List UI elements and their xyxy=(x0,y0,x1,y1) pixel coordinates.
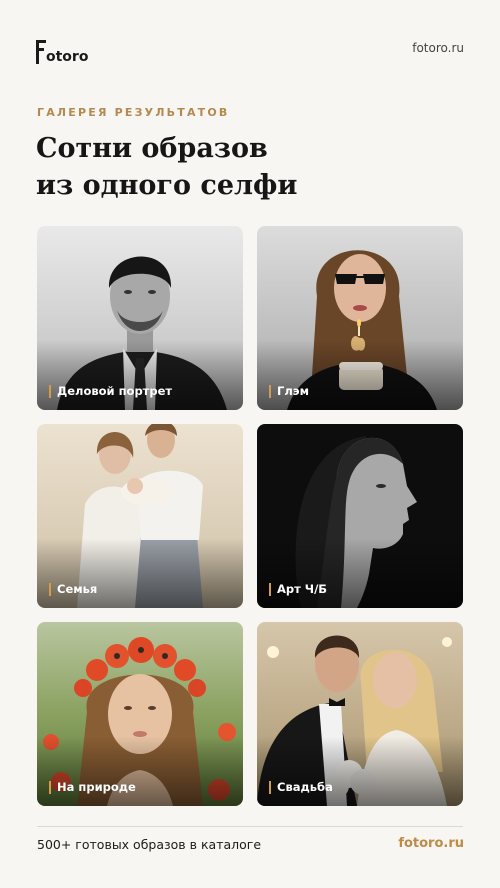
footer-divider xyxy=(37,826,463,827)
card-label-text: Глэм xyxy=(277,384,309,398)
card-label: Глэм xyxy=(269,384,309,398)
card-label: Семья xyxy=(49,582,97,596)
logo-text: otoro xyxy=(46,49,89,65)
gallery-card-art-bw[interactable]: Арт Ч/Б xyxy=(257,424,463,608)
page-title: Сотни образов из одного селфи xyxy=(36,133,298,201)
card-label-text: Арт Ч/Б xyxy=(277,582,328,596)
card-label-text: Свадьба xyxy=(277,780,333,794)
footer-caption: 500+ готовых образов в каталоге xyxy=(37,837,262,852)
card-label: На природе xyxy=(49,780,136,794)
gallery-card-wedding[interactable]: Свадьба xyxy=(257,622,463,806)
gallery-card-nature[interactable]: На природе xyxy=(37,622,243,806)
card-label: Деловой портрет xyxy=(49,384,172,398)
header-site-link[interactable]: fotoro.ru xyxy=(412,41,464,55)
card-label-text: На природе xyxy=(57,780,136,794)
fotoro-logo[interactable]: otoro xyxy=(36,38,88,64)
card-label: Арт Ч/Б xyxy=(269,582,327,596)
card-label-text: Семья xyxy=(57,582,98,596)
gallery-card-glam[interactable]: Глэм xyxy=(257,226,463,410)
fotoro-logo-mark-icon xyxy=(36,38,48,64)
header: otoro fotoro.ru xyxy=(0,0,500,90)
footer-site-link[interactable]: fotoro.ru xyxy=(398,836,464,851)
card-label-text: Деловой портрет xyxy=(57,384,173,398)
gallery-card-business[interactable]: Деловой портрет xyxy=(37,226,243,410)
gallery-card-family[interactable]: Семья xyxy=(37,424,243,608)
card-label: Свадьба xyxy=(269,780,333,794)
section-eyebrow: ГАЛЕРЕЯ РЕЗУЛЬТАТОВ xyxy=(37,106,230,119)
